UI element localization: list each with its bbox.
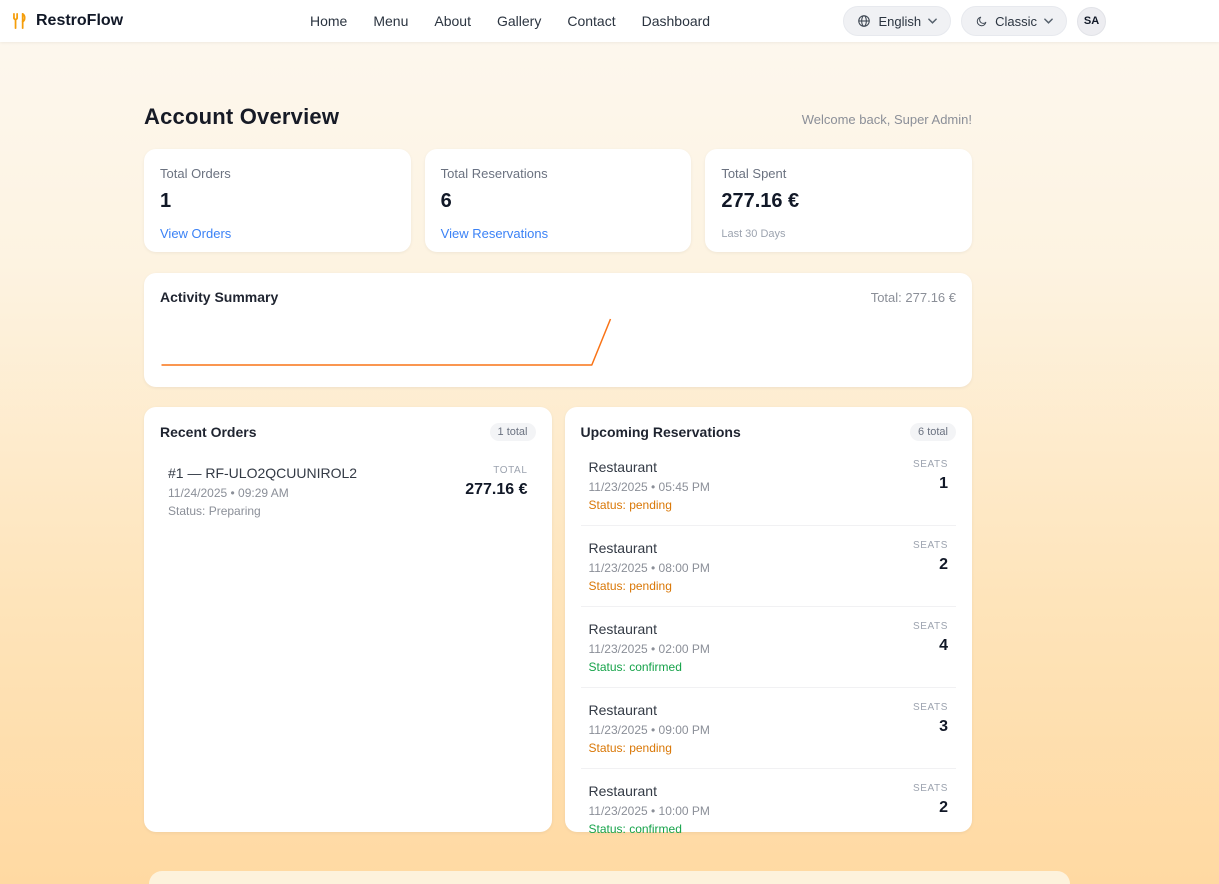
order-total-value: 277.16 € <box>465 481 527 499</box>
recent-orders-header: Recent Orders 1 total <box>160 423 536 441</box>
user-avatar[interactable]: SA <box>1077 7 1106 36</box>
nav-item-about[interactable]: About <box>434 13 471 29</box>
theme-label: Classic <box>995 14 1037 29</box>
nav-item-gallery[interactable]: Gallery <box>497 13 541 29</box>
activity-summary-card: Activity Summary Total: 277.16 € <box>144 273 972 387</box>
reservation-row[interactable]: Restaurant 11/23/2025 • 10:00 PM Status:… <box>581 769 957 849</box>
reservation-row[interactable]: Restaurant 11/23/2025 • 02:00 PM Status:… <box>581 607 957 688</box>
activity-total: Total: 277.16 € <box>871 290 956 305</box>
reservation-name: Restaurant <box>589 621 710 637</box>
stats-row: Total Orders 1 View Orders Total Reserva… <box>144 149 972 252</box>
upcoming-reservations-panel: Upcoming Reservations 6 total Restaurant… <box>565 407 973 832</box>
fork-knife-logo-icon <box>10 11 29 31</box>
stat-value: 6 <box>441 190 676 213</box>
seats-count: 3 <box>913 718 948 736</box>
language-label: English <box>878 14 921 29</box>
view-orders-link[interactable]: View Orders <box>160 226 231 241</box>
chevron-down-icon <box>928 18 937 24</box>
seats-count: 2 <box>913 556 948 574</box>
stat-card-total-orders: Total Orders 1 View Orders <box>144 149 411 252</box>
order-row[interactable]: #1 — RF-ULO2QCUUNIROL2 11/24/2025 • 09:2… <box>160 465 536 518</box>
reservation-row[interactable]: Restaurant 11/23/2025 • 09:00 PM Status:… <box>581 688 957 769</box>
stat-label: Total Spent <box>721 166 956 181</box>
reservation-date: 11/23/2025 • 09:00 PM <box>589 723 710 737</box>
reservation-date: 11/23/2025 • 10:00 PM <box>589 804 710 818</box>
reservation-name: Restaurant <box>589 783 710 799</box>
main-nav: Home Menu About Gallery Contact Dashboar… <box>310 0 710 42</box>
reservation-status: Status: confirmed <box>589 660 710 674</box>
seats-label: SEATS <box>913 783 948 794</box>
orders-count-badge: 1 total <box>490 423 536 441</box>
stat-value: 1 <box>160 190 395 213</box>
reservation-name: Restaurant <box>589 540 710 556</box>
language-selector[interactable]: English <box>843 6 951 36</box>
activity-title: Activity Summary <box>160 289 278 305</box>
order-id: #1 — RF-ULO2QCUUNIROL2 <box>168 465 357 481</box>
reservation-status: Status: confirmed <box>589 822 710 836</box>
reservation-date: 11/23/2025 • 05:45 PM <box>589 480 710 494</box>
stat-label: Total Orders <box>160 166 395 181</box>
seats-count: 2 <box>913 799 948 817</box>
nav-item-dashboard[interactable]: Dashboard <box>642 13 711 29</box>
reservations-title: Upcoming Reservations <box>581 424 741 440</box>
top-navbar: RestroFlow Home Menu About Gallery Conta… <box>0 0 1219 42</box>
reservation-status: Status: pending <box>589 498 710 512</box>
stat-label: Total Reservations <box>441 166 676 181</box>
footer-strip <box>149 871 1070 884</box>
seats-count: 1 <box>913 475 948 493</box>
order-status: Status: Preparing <box>168 504 357 518</box>
order-total-label: TOTAL <box>465 465 527 476</box>
nav-item-home[interactable]: Home <box>310 13 347 29</box>
reservation-row[interactable]: Restaurant 11/23/2025 • 08:00 PM Status:… <box>581 526 957 607</box>
reservations-count-badge: 6 total <box>910 423 956 441</box>
nav-item-menu[interactable]: Menu <box>373 13 408 29</box>
activity-header: Activity Summary Total: 277.16 € <box>160 289 956 305</box>
page-title: Account Overview <box>144 104 339 130</box>
reservation-name: Restaurant <box>589 459 710 475</box>
stat-card-total-reservations: Total Reservations 6 View Reservations <box>425 149 692 252</box>
reservation-date: 11/23/2025 • 08:00 PM <box>589 561 710 575</box>
seats-label: SEATS <box>913 459 948 470</box>
theme-moon-icon <box>975 15 988 28</box>
navbar-controls: English Classic SA <box>843 0 1106 42</box>
avatar-initials: SA <box>1084 15 1099 27</box>
nav-item-contact[interactable]: Contact <box>567 13 615 29</box>
reservation-name: Restaurant <box>589 702 710 718</box>
reservation-row[interactable]: Restaurant 11/23/2025 • 05:45 PM Status:… <box>581 445 957 526</box>
seats-label: SEATS <box>913 621 948 632</box>
reservation-date: 11/23/2025 • 02:00 PM <box>589 642 710 656</box>
chevron-down-icon <box>1044 18 1053 24</box>
seats-count: 4 <box>913 637 948 655</box>
reservations-list: Restaurant 11/23/2025 • 05:45 PM Status:… <box>581 445 957 849</box>
bottom-panels: Recent Orders 1 total #1 — RF-ULO2QCUUNI… <box>144 407 972 832</box>
dashboard-content: Account Overview Welcome back, Super Adm… <box>144 104 972 832</box>
reservation-status: Status: pending <box>589 579 710 593</box>
page-header: Account Overview Welcome back, Super Adm… <box>144 104 972 130</box>
view-reservations-link[interactable]: View Reservations <box>441 226 548 241</box>
recent-orders-panel: Recent Orders 1 total #1 — RF-ULO2QCUUNI… <box>144 407 552 832</box>
theme-selector[interactable]: Classic <box>961 6 1067 36</box>
recent-orders-title: Recent Orders <box>160 424 256 440</box>
brand-name: RestroFlow <box>36 12 123 30</box>
order-date: 11/24/2025 • 09:29 AM <box>168 486 357 500</box>
stat-value: 277.16 € <box>721 190 956 213</box>
stat-card-total-spent: Total Spent 277.16 € Last 30 Days <box>705 149 972 252</box>
seats-label: SEATS <box>913 702 948 713</box>
activity-line-chart <box>160 313 612 371</box>
language-globe-icon <box>857 14 871 28</box>
stat-subtext: Last 30 Days <box>721 228 956 240</box>
brand-logo[interactable]: RestroFlow <box>10 0 123 42</box>
reservation-status: Status: pending <box>589 741 710 755</box>
welcome-text: Welcome back, Super Admin! <box>802 112 972 130</box>
seats-label: SEATS <box>913 540 948 551</box>
reservations-header: Upcoming Reservations 6 total <box>581 423 957 441</box>
